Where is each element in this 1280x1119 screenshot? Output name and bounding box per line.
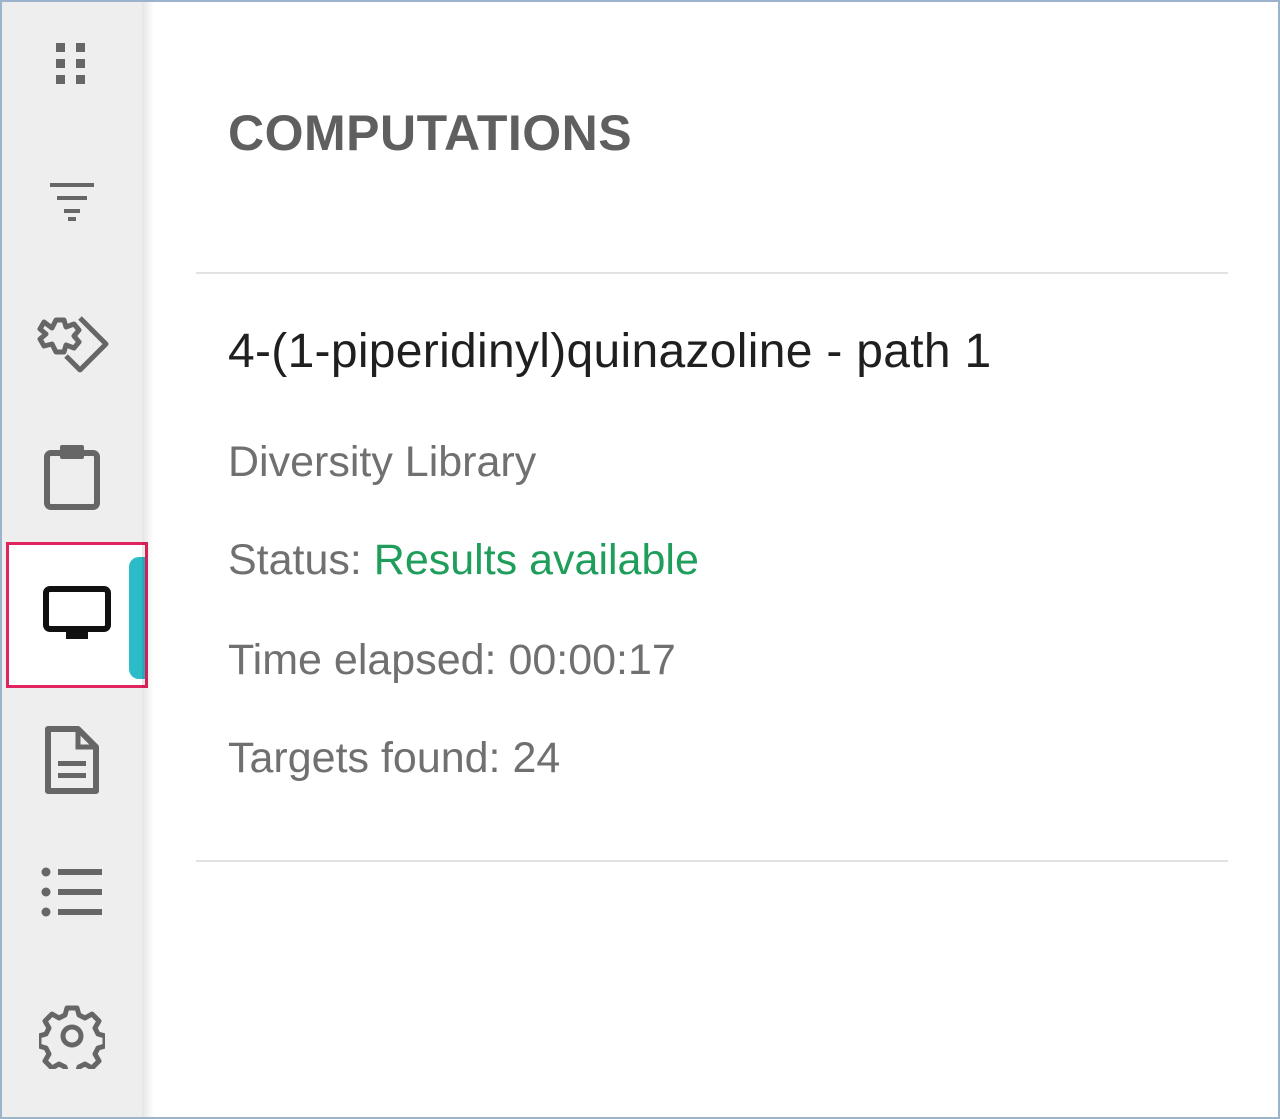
monitor-icon bbox=[42, 585, 112, 645]
targets-found-row: Targets found: 24 bbox=[228, 734, 560, 783]
status-label: Status: bbox=[228, 536, 374, 584]
sidebar-item-retrosynthesis[interactable] bbox=[2, 284, 142, 404]
sidebar-item-settings[interactable] bbox=[2, 976, 142, 1096]
sidebar-item-list[interactable] bbox=[2, 832, 142, 952]
document-icon bbox=[42, 725, 102, 795]
targets-found-label: Targets found: bbox=[228, 734, 513, 782]
filter-icon bbox=[48, 181, 96, 223]
app-window: COMPUTATIONS 4-(1-piperidinyl)quinazolin… bbox=[0, 0, 1280, 1119]
targets-found-value: 24 bbox=[512, 734, 561, 782]
page-title: COMPUTATIONS bbox=[228, 105, 633, 161]
divider bbox=[196, 860, 1228, 862]
apps-grid-icon bbox=[54, 41, 90, 95]
divider bbox=[196, 272, 1228, 274]
gear-icon bbox=[39, 1003, 105, 1069]
sidebar-item-document[interactable] bbox=[2, 700, 142, 820]
sidebar-item-clipboard[interactable] bbox=[2, 416, 142, 536]
status-row: Status: Results available bbox=[228, 536, 699, 585]
sidebar-item-filter[interactable] bbox=[2, 142, 142, 262]
list-icon bbox=[40, 866, 104, 918]
sidebar bbox=[2, 2, 148, 1117]
computation-name[interactable]: 4-(1-piperidinyl)quinazoline - path 1 bbox=[228, 324, 992, 379]
main-content: COMPUTATIONS 4-(1-piperidinyl)quinazolin… bbox=[196, 2, 1228, 1117]
time-elapsed-label: Time elapsed: bbox=[228, 636, 509, 684]
library-name: Diversity Library bbox=[228, 438, 537, 486]
sidebar-shadow bbox=[142, 2, 154, 1117]
time-elapsed-row: Time elapsed: 00:00:17 bbox=[228, 636, 676, 685]
sidebar-item-computations[interactable] bbox=[6, 542, 148, 688]
sidebar-item-apps[interactable] bbox=[2, 8, 142, 128]
time-elapsed-value: 00:00:17 bbox=[508, 636, 676, 684]
clipboard-icon bbox=[42, 441, 102, 511]
status-value: Results available bbox=[373, 536, 699, 584]
retrosynthesis-icon bbox=[32, 312, 112, 376]
